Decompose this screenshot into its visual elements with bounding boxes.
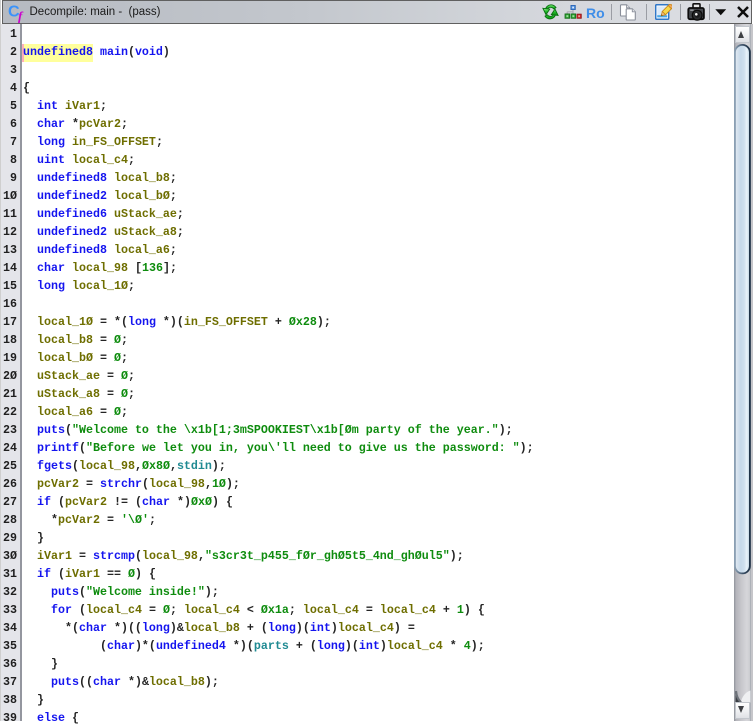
svg-text:f: f xyxy=(18,9,24,24)
